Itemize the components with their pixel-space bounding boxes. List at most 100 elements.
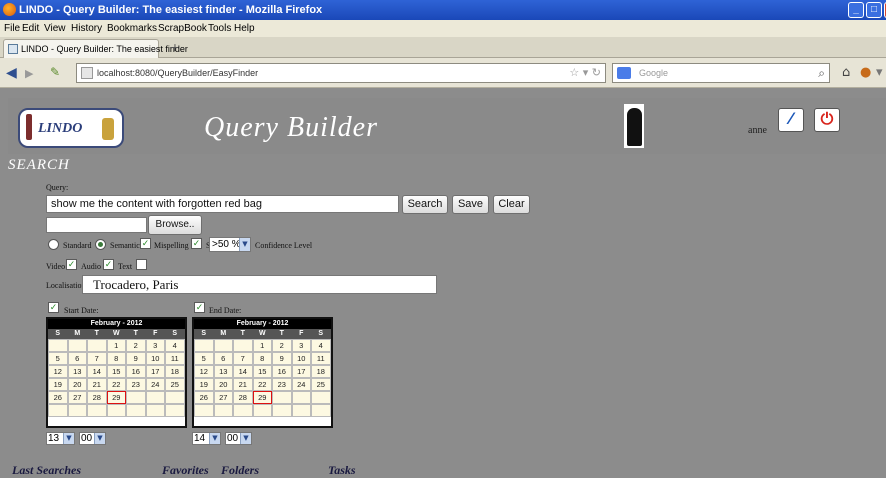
calendar-day[interactable]: 14 bbox=[233, 365, 253, 378]
confidence-select[interactable]: >50 % ▼ bbox=[209, 237, 251, 252]
video-checkbox[interactable]: ✓ bbox=[66, 259, 77, 270]
calendar-day[interactable]: 13 bbox=[213, 365, 233, 378]
calendar-day[interactable]: 1 bbox=[252, 339, 272, 352]
end-hour-select[interactable]: 14 ▼ bbox=[192, 432, 221, 445]
calendar-day[interactable]: 24 bbox=[291, 378, 311, 391]
calendar-day[interactable]: 22 bbox=[106, 378, 126, 391]
menu-scrapbook[interactable]: ScrapBook bbox=[158, 23, 207, 34]
calendar-day[interactable]: 15 bbox=[106, 365, 126, 378]
calendar-day[interactable]: 9 bbox=[126, 352, 146, 365]
calendar-day[interactable]: 20 bbox=[213, 378, 233, 391]
calendar-day[interactable]: 25 bbox=[165, 378, 185, 391]
bookmark-star-icon[interactable]: ☆ ▾ ↻ bbox=[569, 66, 601, 79]
calendar-day[interactable]: 28 bbox=[233, 391, 253, 404]
calendar-day[interactable]: 26 bbox=[194, 391, 214, 404]
start-date-checkbox[interactable]: ✓ bbox=[48, 302, 59, 313]
calendar-day[interactable]: 17 bbox=[291, 365, 311, 378]
tab-tasks[interactable]: Tasks bbox=[328, 463, 356, 478]
calendar-day[interactable]: 12 bbox=[194, 365, 214, 378]
calendar-day[interactable]: 5 bbox=[48, 352, 68, 365]
calendar-day[interactable]: 20 bbox=[67, 378, 87, 391]
calendar-day[interactable]: 6 bbox=[67, 352, 87, 365]
calendar-day[interactable]: 27 bbox=[67, 391, 87, 404]
calendar-day[interactable]: 3 bbox=[145, 339, 165, 352]
browse-button[interactable]: Browse.. bbox=[148, 215, 202, 235]
menu-view[interactable]: View bbox=[44, 23, 66, 34]
calendar-day[interactable]: 3 bbox=[291, 339, 311, 352]
calendar-day[interactable]: 2 bbox=[126, 339, 146, 352]
calendar-day[interactable]: 7 bbox=[233, 352, 253, 365]
calendar-day[interactable]: 10 bbox=[145, 352, 165, 365]
addon-icon[interactable]: ● bbox=[860, 65, 871, 80]
calendar-day[interactable]: 1 bbox=[106, 339, 126, 352]
synonyms-checkbox[interactable]: ✓ bbox=[191, 238, 202, 249]
calendar-day[interactable]: 19 bbox=[194, 378, 214, 391]
calendar-day[interactable]: 4 bbox=[311, 339, 331, 352]
start-hour-select[interactable]: 13 ▼ bbox=[46, 432, 75, 445]
toolbar-overflow-icon[interactable]: ▾ bbox=[876, 65, 883, 80]
calendar-day[interactable]: 16 bbox=[272, 365, 292, 378]
calendar-day[interactable]: 8 bbox=[252, 352, 272, 365]
save-button[interactable]: Save bbox=[452, 195, 489, 214]
menu-help[interactable]: Help bbox=[234, 23, 255, 34]
calendar-day[interactable]: 26 bbox=[48, 391, 68, 404]
calendar-day[interactable]: 23 bbox=[126, 378, 146, 391]
address-bar[interactable]: localhost:8080/QueryBuilder/EasyFinder ☆… bbox=[76, 63, 606, 83]
end-date-checkbox[interactable]: ✓ bbox=[194, 302, 205, 313]
new-tab-button[interactable]: + bbox=[166, 40, 184, 56]
calendar-day[interactable]: 2 bbox=[272, 339, 292, 352]
tab-last-searches[interactable]: Last Searches bbox=[12, 463, 81, 478]
calendar-day[interactable]: 18 bbox=[311, 365, 331, 378]
calendar-day[interactable]: 14 bbox=[87, 365, 107, 378]
menu-file[interactable]: File bbox=[4, 23, 20, 34]
calendar-day[interactable]: 10 bbox=[291, 352, 311, 365]
menu-edit[interactable]: Edit bbox=[22, 23, 39, 34]
end-minute-select[interactable]: 00 ▼ bbox=[225, 432, 252, 445]
calendar-day[interactable]: 17 bbox=[145, 365, 165, 378]
query-input[interactable]: show me the content with forgotten red b… bbox=[46, 195, 399, 213]
calendar-day[interactable]: 21 bbox=[87, 378, 107, 391]
calendar-day[interactable]: 24 bbox=[145, 378, 165, 391]
logout-power-button[interactable]: ⏻ bbox=[814, 108, 840, 132]
calendar-day[interactable]: 23 bbox=[272, 378, 292, 391]
file-path-input[interactable] bbox=[46, 217, 147, 233]
search-button[interactable]: Search bbox=[402, 195, 448, 214]
calendar-day[interactable]: 25 bbox=[311, 378, 331, 391]
browser-tab[interactable]: LINDO - Query Builder: The easiest finde… bbox=[3, 39, 188, 58]
mispelling-checkbox[interactable]: ✓ bbox=[140, 238, 151, 249]
standard-radio[interactable] bbox=[48, 239, 59, 250]
tab-folders[interactable]: Folders bbox=[221, 463, 259, 478]
minimize-button[interactable]: _ bbox=[848, 2, 864, 18]
text-checkbox[interactable] bbox=[136, 259, 147, 270]
calendar-day[interactable]: 15 bbox=[252, 365, 272, 378]
search-engine-box[interactable]: Google ⌕ bbox=[612, 63, 830, 83]
calendar-day[interactable]: 21 bbox=[233, 378, 253, 391]
calendar-day[interactable]: 19 bbox=[48, 378, 68, 391]
calendar-day[interactable]: 22 bbox=[252, 378, 272, 391]
calendar-day[interactable]: 16 bbox=[126, 365, 146, 378]
calendar-day[interactable]: 7 bbox=[87, 352, 107, 365]
forward-arrow-icon[interactable]: ▶ bbox=[25, 67, 33, 80]
calendar-day[interactable]: 9 bbox=[272, 352, 292, 365]
calendar-day[interactable]: 11 bbox=[311, 352, 331, 365]
calendar-day[interactable]: 28 bbox=[87, 391, 107, 404]
calendar-day[interactable]: 13 bbox=[67, 365, 87, 378]
clear-button[interactable]: Clear bbox=[493, 195, 530, 214]
semantic-radio[interactable] bbox=[95, 239, 106, 250]
localisation-input[interactable]: Trocadero, Paris bbox=[82, 275, 437, 294]
maximize-button[interactable]: □ bbox=[866, 2, 882, 18]
menu-tools[interactable]: Tools bbox=[208, 23, 231, 34]
addon-feather-icon[interactable]: ✎ bbox=[50, 65, 60, 79]
start-minute-select[interactable]: 00 ▼ bbox=[79, 432, 106, 445]
calendar-day[interactable]: 5 bbox=[194, 352, 214, 365]
calendar-day[interactable]: 8 bbox=[106, 352, 126, 365]
calendar-day[interactable]: 27 bbox=[213, 391, 233, 404]
audio-checkbox[interactable]: ✓ bbox=[103, 259, 114, 270]
calendar-day[interactable]: 29 bbox=[106, 391, 126, 404]
calendar-day[interactable]: 6 bbox=[213, 352, 233, 365]
settings-wrench-button[interactable]: ⁄ bbox=[778, 108, 804, 132]
calendar-day[interactable]: 11 bbox=[165, 352, 185, 365]
menu-history[interactable]: History bbox=[71, 23, 102, 34]
calendar-day[interactable]: 12 bbox=[48, 365, 68, 378]
tab-favorites[interactable]: Favorites bbox=[162, 463, 209, 478]
